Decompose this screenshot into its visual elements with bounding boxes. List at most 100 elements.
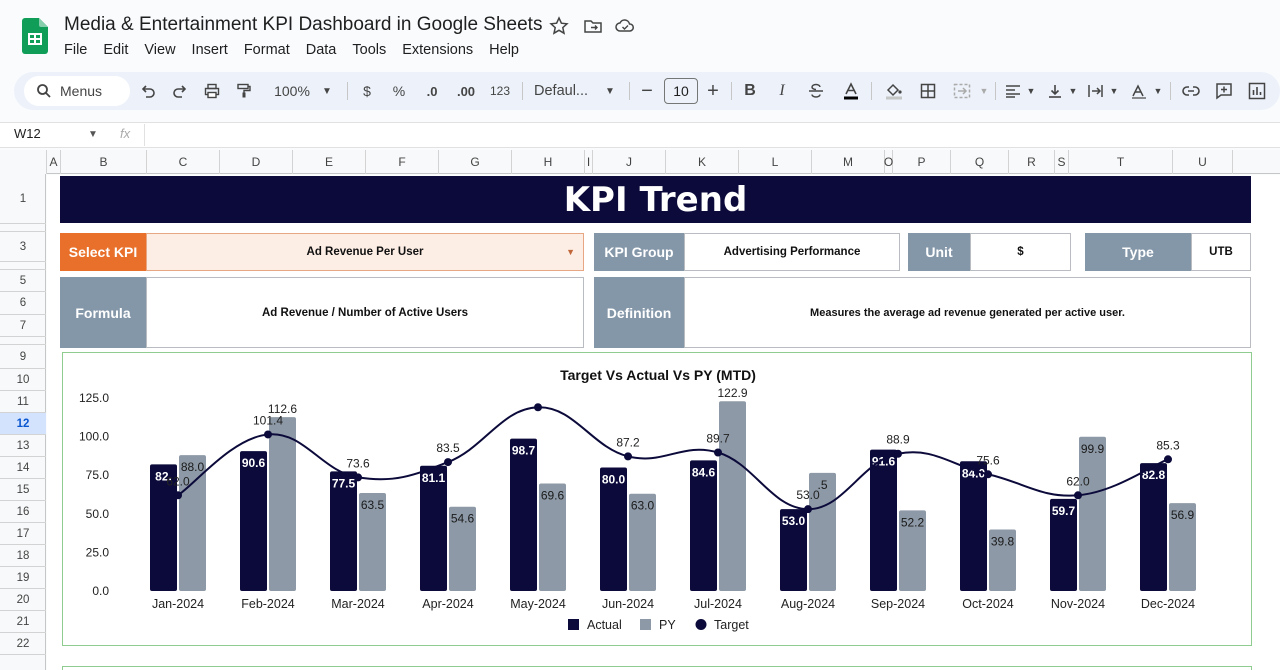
row-header-11[interactable]: 11 — [0, 391, 46, 413]
target-point[interactable] — [174, 491, 182, 500]
name-box-dropdown-icon[interactable]: ▼ — [88, 129, 98, 140]
target-point[interactable] — [804, 505, 812, 514]
text-rotation-icon[interactable] — [1128, 80, 1150, 102]
insert-comment-icon[interactable] — [1213, 80, 1235, 102]
font-size-input[interactable]: 10 — [664, 78, 698, 104]
font-family-select[interactable]: Defaul... — [534, 80, 598, 102]
column-header-f[interactable]: F — [366, 150, 439, 174]
py-bar[interactable] — [269, 417, 296, 591]
column-header-l[interactable]: L — [739, 150, 812, 174]
column-header-t[interactable]: T — [1069, 150, 1173, 174]
name-box[interactable]: W12 — [14, 126, 41, 141]
actual-bar[interactable] — [510, 438, 537, 591]
currency-format-button[interactable]: $ — [358, 80, 376, 102]
column-header-o[interactable]: O — [884, 150, 893, 174]
zoom-select[interactable]: 100% — [268, 80, 316, 102]
row-header-7[interactable]: 7 — [0, 315, 46, 337]
text-color-icon[interactable] — [840, 80, 862, 102]
menu-help[interactable]: Help — [489, 42, 527, 58]
bold-button[interactable]: B — [740, 80, 760, 102]
target-point[interactable] — [354, 473, 362, 482]
paint-format-icon[interactable] — [234, 80, 254, 102]
valign-dropdown-icon[interactable]: ▼ — [1067, 80, 1079, 102]
target-point[interactable] — [714, 448, 722, 457]
target-point[interactable] — [984, 470, 992, 479]
actual-bar[interactable] — [960, 461, 987, 591]
menu-format[interactable]: Format — [244, 42, 298, 58]
row-header-16[interactable]: 16 — [0, 501, 46, 523]
column-header-e[interactable]: E — [293, 150, 366, 174]
actual-bar[interactable] — [870, 449, 897, 591]
font-dropdown-icon[interactable]: ▼ — [603, 80, 617, 102]
undo-icon[interactable] — [138, 80, 158, 102]
column-header-p[interactable]: P — [893, 150, 951, 174]
move-folder-icon[interactable] — [583, 16, 603, 36]
row-header-1[interactable]: 1 — [0, 174, 46, 224]
row-header-19[interactable]: 19 — [0, 567, 46, 589]
row-header-18[interactable]: 18 — [0, 545, 46, 567]
select-kpi-dropdown[interactable]: Ad Revenue Per User ▼ — [146, 233, 584, 271]
py-bar[interactable] — [1079, 436, 1106, 591]
column-header-u[interactable]: U — [1173, 150, 1233, 174]
menu-data[interactable]: Data — [306, 42, 345, 58]
insert-chart-icon[interactable] — [1246, 80, 1268, 102]
percent-format-button[interactable]: % — [390, 80, 408, 102]
actual-bar[interactable] — [1140, 463, 1167, 591]
actual-bar[interactable] — [240, 451, 267, 591]
target-point[interactable] — [1074, 491, 1082, 500]
row-header-14[interactable]: 14 — [0, 457, 46, 479]
decrease-decimal-button[interactable]: .0 — [420, 80, 444, 102]
fill-color-icon[interactable] — [882, 80, 906, 102]
increase-decimal-button[interactable]: .00 — [452, 80, 480, 102]
vertical-align-icon[interactable] — [1045, 80, 1065, 102]
row-header-13[interactable]: 13 — [0, 435, 46, 457]
menu-extensions[interactable]: Extensions — [402, 42, 481, 58]
target-point[interactable] — [264, 430, 272, 439]
insert-link-icon[interactable] — [1180, 80, 1202, 102]
kpi-trend-chart[interactable]: Target Vs Actual Vs PY (MTD) 0.0 25.0 50.0… — [63, 353, 1253, 647]
zoom-dropdown-icon[interactable]: ▼ — [320, 80, 334, 102]
target-point[interactable] — [444, 458, 452, 467]
wrap-dropdown-icon[interactable]: ▼ — [1108, 80, 1120, 102]
text-wrap-icon[interactable] — [1085, 80, 1105, 102]
target-point[interactable] — [624, 452, 632, 461]
menu-tools[interactable]: Tools — [352, 42, 394, 58]
borders-icon[interactable] — [918, 80, 938, 102]
align-dropdown-icon[interactable]: ▼ — [1025, 80, 1037, 102]
cloud-status-icon[interactable] — [615, 16, 635, 36]
row-header-17[interactable]: 17 — [0, 523, 46, 545]
row-header-22[interactable]: 22 — [0, 633, 46, 655]
column-header-c[interactable]: C — [147, 150, 220, 174]
search-menus-button[interactable]: Menus — [24, 76, 130, 106]
column-header-d[interactable]: D — [220, 150, 293, 174]
merge-dropdown-icon[interactable]: ▼ — [978, 80, 990, 102]
strikethrough-icon[interactable] — [805, 80, 827, 102]
sheets-logo-icon[interactable] — [22, 18, 48, 54]
row-header-12[interactable]: 12 — [0, 413, 46, 435]
align-left-icon[interactable] — [1003, 80, 1023, 102]
row-header-10[interactable]: 10 — [0, 369, 46, 391]
row-header-2[interactable] — [0, 224, 46, 232]
row-header-21[interactable]: 21 — [0, 611, 46, 633]
py-bar[interactable] — [719, 401, 746, 591]
column-header-h[interactable]: H — [512, 150, 585, 174]
menu-insert[interactable]: Insert — [192, 42, 236, 58]
menu-file[interactable]: File — [64, 42, 95, 58]
decrease-font-size-icon[interactable]: − — [638, 80, 656, 102]
column-header-r[interactable]: R — [1009, 150, 1055, 174]
rotation-dropdown-icon[interactable]: ▼ — [1152, 80, 1164, 102]
redo-icon[interactable] — [170, 80, 190, 102]
print-icon[interactable] — [202, 80, 222, 102]
column-header-i[interactable]: I — [585, 150, 593, 174]
row-header-15[interactable]: 15 — [0, 479, 46, 501]
column-header-s[interactable]: S — [1055, 150, 1069, 174]
row-header-20[interactable]: 20 — [0, 589, 46, 611]
document-title[interactable]: Media & Entertainment KPI Dashboard in G… — [64, 14, 542, 36]
italic-button[interactable]: I — [772, 80, 792, 102]
column-header-b[interactable]: B — [61, 150, 147, 174]
chart-container[interactable]: Target Vs Actual Vs PY (MTD) 0.0 25.0 50.0… — [62, 352, 1252, 646]
row-header-3[interactable]: 3 — [0, 232, 46, 262]
row-header-8[interactable] — [0, 337, 46, 345]
menu-edit[interactable]: Edit — [103, 42, 136, 58]
target-point[interactable] — [1164, 455, 1172, 464]
